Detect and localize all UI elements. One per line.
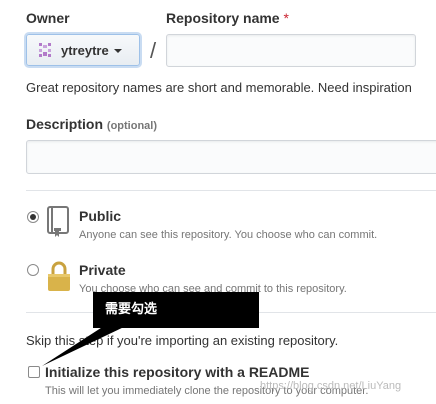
annotation-text: 需要勾选 <box>105 301 158 316</box>
annotation-callout: 需要勾选 <box>93 292 259 328</box>
callout-pointer <box>42 326 126 366</box>
